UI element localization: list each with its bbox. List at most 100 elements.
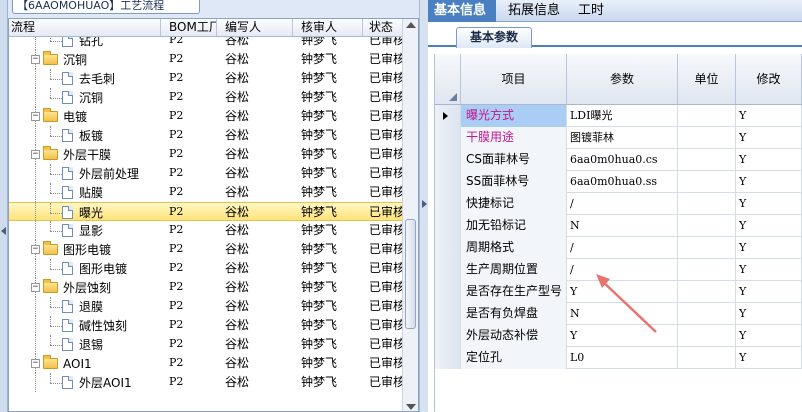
tree-node-cell[interactable]: − 图形电镀 [9, 240, 161, 259]
row-selector[interactable] [435, 347, 461, 369]
collapse-toggle-icon[interactable]: − [31, 283, 40, 292]
param-value-cell[interactable]: Y [567, 325, 678, 347]
param-value-cell[interactable]: 6aa0m0hua0.cs [567, 149, 678, 171]
tree-node-cell[interactable]: − 沉铜 [9, 50, 161, 69]
tab-basic-info[interactable]: 基本信息 [428, 0, 496, 22]
column-header-status[interactable]: 状态 [363, 19, 403, 36]
tree-node-cell[interactable]: 图形电镀 [9, 259, 161, 278]
tree-node-cell[interactable]: − 外层干膜 [9, 145, 161, 164]
param-unit-cell[interactable] [678, 303, 736, 325]
column-header-modify[interactable]: 修改 [736, 54, 802, 104]
column-header-item[interactable]: 项目 [461, 54, 567, 104]
tree-scrollbar[interactable] [402, 19, 418, 411]
tree-node-cell[interactable]: 曝光 [9, 203, 161, 220]
tree-row[interactable]: − 电镀 P2 谷松 钟梦飞 已审核 [9, 107, 403, 126]
tree-row[interactable]: 钻孔 P2 谷松 钟梦飞 已审核 [9, 37, 403, 50]
row-selector[interactable] [435, 259, 461, 281]
row-selector[interactable] [435, 105, 461, 127]
tree-node-cell[interactable]: 退膜 [9, 297, 161, 316]
tree-node-cell[interactable]: 贴膜 [9, 183, 161, 202]
tree-row[interactable]: − 外层干膜 P2 谷松 钟梦飞 已审核 [9, 145, 403, 164]
column-header-param[interactable]: 参数 [567, 54, 678, 104]
param-row[interactable]: 周期格式 / Y [435, 237, 802, 259]
param-row[interactable]: 外层动态补偿 Y Y [435, 325, 802, 347]
tree-node-cell[interactable]: 显影 [9, 221, 161, 240]
param-unit-cell[interactable] [678, 347, 736, 369]
collapse-toggle-icon[interactable]: − [31, 55, 40, 64]
tree-row[interactable]: 退锡 P2 谷松 钟梦飞 已审核 [9, 335, 403, 354]
param-unit-cell[interactable] [678, 237, 736, 259]
tree-row[interactable]: 外层AOI1 P2 谷松 钟梦飞 已审核 [9, 373, 403, 392]
tree-row[interactable]: 图形电镀 P2 谷松 钟梦飞 已审核 [9, 259, 403, 278]
tree-row[interactable]: 曝光 P2 谷松 钟梦飞 已审核 [9, 202, 403, 221]
param-row[interactable]: 干膜用途 图镀菲林 Y [435, 127, 802, 149]
collapse-arrow-icon[interactable] [1, 227, 6, 235]
param-value-cell[interactable]: N [567, 215, 678, 237]
tree-row[interactable]: 贴膜 P2 谷松 钟梦飞 已审核 [9, 183, 403, 202]
param-value-cell[interactable]: 6aa0m0hua0.ss [567, 171, 678, 193]
tab-work-hours[interactable]: 工时 [572, 0, 610, 22]
param-modify-cell[interactable]: Y [736, 281, 802, 303]
grid-corner-select-all[interactable] [435, 54, 461, 104]
tree-node-cell[interactable]: 去毛刺 [9, 69, 161, 88]
collapse-toggle-icon[interactable]: − [31, 245, 40, 254]
param-row[interactable]: CS面菲林号 6aa0m0hua0.cs Y [435, 149, 802, 171]
param-value-cell[interactable]: L0 [567, 347, 678, 369]
scroll-up-icon[interactable] [406, 22, 416, 28]
row-selector[interactable] [435, 149, 461, 171]
tree-row[interactable]: 外层前处理 P2 谷松 钟梦飞 已审核 [9, 164, 403, 183]
param-modify-cell[interactable]: Y [736, 105, 802, 127]
param-modify-cell[interactable]: Y [736, 127, 802, 149]
tree-node-cell[interactable]: 板镀 [9, 126, 161, 145]
column-header-editor[interactable]: 编写人 [217, 19, 293, 36]
param-unit-cell[interactable] [678, 105, 736, 127]
param-unit-cell[interactable] [678, 127, 736, 149]
column-header-auditor[interactable]: 核审人 [293, 19, 363, 36]
tree-row[interactable]: − 外层蚀刻 P2 谷松 钟梦飞 已审核 [9, 278, 403, 297]
tree-node-cell[interactable]: 退锡 [9, 335, 161, 354]
param-unit-cell[interactable] [678, 259, 736, 281]
row-selector[interactable] [435, 127, 461, 149]
row-selector[interactable] [435, 193, 461, 215]
param-row[interactable]: 是否存在生产型号 Y Y [435, 281, 802, 303]
param-unit-cell[interactable] [678, 171, 736, 193]
param-modify-cell[interactable]: Y [736, 215, 802, 237]
param-unit-cell[interactable] [678, 325, 736, 347]
param-unit-cell[interactable] [678, 281, 736, 303]
scroll-thumb[interactable] [405, 219, 416, 329]
tree-node-cell[interactable]: 沉铜 [9, 88, 161, 107]
tree-node-cell[interactable]: − AOI1 [9, 354, 161, 373]
tree-node-cell[interactable]: 碱性蚀刻 [9, 316, 161, 335]
param-modify-cell[interactable]: Y [736, 171, 802, 193]
param-modify-cell[interactable]: Y [736, 303, 802, 325]
tree-row[interactable]: 去毛刺 P2 谷松 钟梦飞 已审核 [9, 69, 403, 88]
param-value-cell[interactable]: Y [567, 281, 678, 303]
tree-node-cell[interactable]: − 外层蚀刻 [9, 278, 161, 297]
column-header-bom-factory[interactable]: BOM工厂 [161, 19, 217, 36]
collapse-toggle-icon[interactable]: − [31, 150, 40, 159]
param-value-cell[interactable]: / [567, 259, 678, 281]
param-modify-cell[interactable]: Y [736, 259, 802, 281]
tree-node-cell[interactable]: 外层前处理 [9, 164, 161, 183]
tree-row[interactable]: − AOI1 P2 谷松 钟梦飞 已审核 [9, 354, 403, 373]
splitter-arrow-icon[interactable] [422, 200, 427, 208]
tree-row[interactable]: 碱性蚀刻 P2 谷松 钟梦飞 已审核 [9, 316, 403, 335]
row-selector[interactable] [435, 325, 461, 347]
column-header-flow[interactable]: 流程 [9, 19, 161, 36]
panel-splitter[interactable] [419, 0, 428, 412]
param-unit-cell[interactable] [678, 193, 736, 215]
tree-row[interactable]: − 图形电镀 P2 谷松 钟梦飞 已审核 [9, 240, 403, 259]
row-selector[interactable] [435, 171, 461, 193]
param-unit-cell[interactable] [678, 215, 736, 237]
param-value-cell[interactable]: / [567, 193, 678, 215]
param-unit-cell[interactable] [678, 149, 736, 171]
param-row[interactable]: 定位孔 L0 Y [435, 347, 802, 369]
tree-row[interactable]: 沉铜 P2 谷松 钟梦飞 已审核 [9, 88, 403, 107]
tree-node-cell[interactable]: 外层AOI1 [9, 373, 161, 392]
tab-basic-params[interactable]: 基本参数 [456, 27, 532, 48]
param-modify-cell[interactable]: Y [736, 193, 802, 215]
param-value-cell[interactable]: / [567, 237, 678, 259]
collapse-toggle-icon[interactable]: − [31, 112, 40, 121]
param-modify-cell[interactable]: Y [736, 237, 802, 259]
param-value-cell[interactable]: 图镀菲林 [567, 127, 678, 149]
